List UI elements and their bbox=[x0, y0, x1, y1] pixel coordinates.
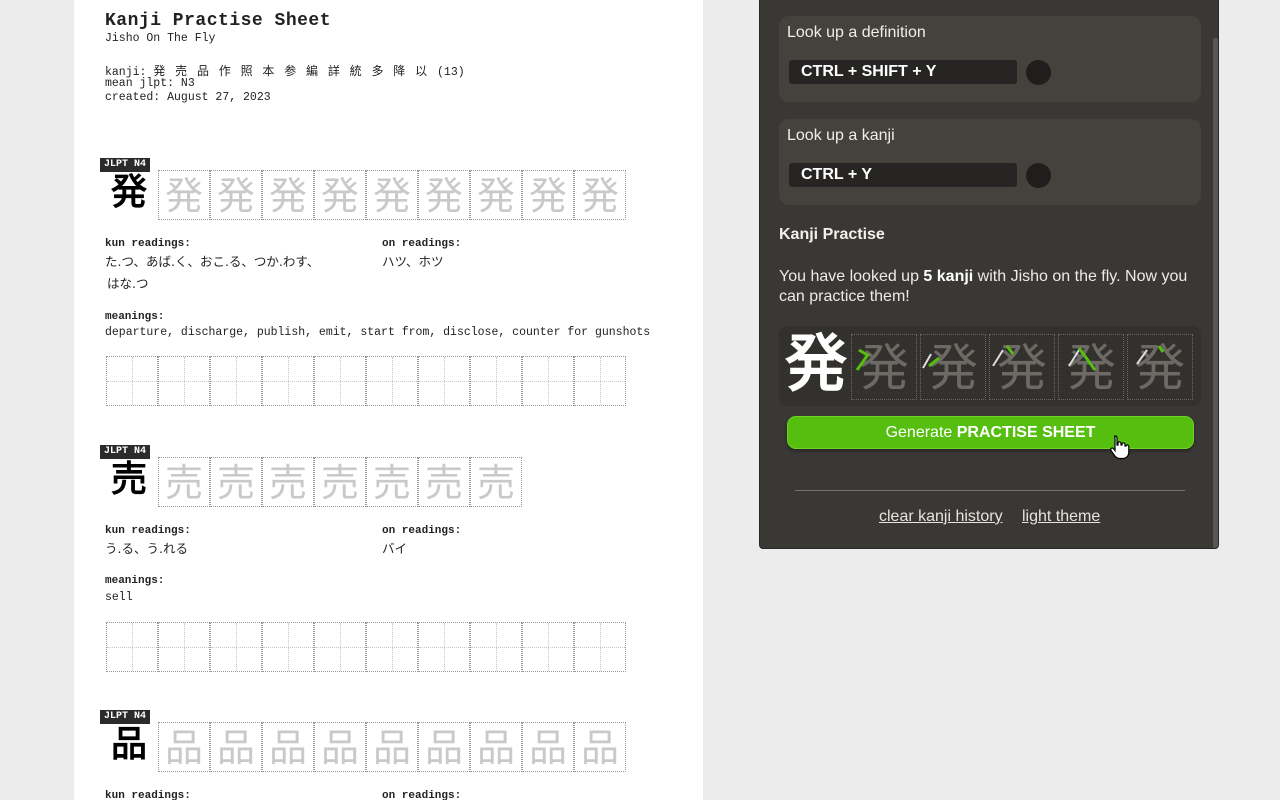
stroke-order-row: 発 発 発 発 発 発 発 発 発 bbox=[158, 170, 626, 220]
stroke-order-preview: 発 発 発 発 発 発 bbox=[779, 326, 1201, 406]
practice-cell bbox=[418, 356, 470, 406]
stroke-step: 売 bbox=[366, 457, 418, 507]
kanji-shortcut-card: Look up a kanji CTRL + Y bbox=[779, 119, 1201, 205]
kanji-list: 発 売 品 作 照 本 参 編 詳 統 多 降 以 bbox=[153, 64, 431, 78]
kanji-shortcut-input[interactable]: CTRL + Y bbox=[789, 163, 1017, 187]
entry-kanji: 品 bbox=[110, 724, 147, 765]
stroke-step: 品 bbox=[314, 722, 366, 772]
practice-grid bbox=[106, 356, 626, 406]
practice-cell bbox=[470, 356, 522, 406]
stroke-step: 発 bbox=[158, 170, 210, 220]
definition-shortcut-card: Look up a definition CTRL + SHIFT + Y bbox=[779, 16, 1201, 102]
practice-cell bbox=[366, 622, 418, 672]
practice-cell bbox=[210, 622, 262, 672]
stroke-step: 発 bbox=[210, 170, 262, 220]
on-readings: バイ bbox=[382, 541, 408, 556]
sheet-title: Kanji Practise Sheet bbox=[105, 11, 332, 31]
stroke-step: 売 bbox=[158, 457, 210, 507]
stroke-step: 発 bbox=[470, 170, 522, 220]
stroke-step: 品 bbox=[574, 722, 626, 772]
practice-cell bbox=[158, 622, 210, 672]
practice-cell bbox=[574, 356, 626, 406]
kanji-shortcut-title: Look up a kanji bbox=[787, 127, 895, 144]
kanji-count: 5 kanji bbox=[923, 268, 974, 285]
practice-cell bbox=[158, 356, 210, 406]
practise-description-prefix: You have looked up bbox=[779, 268, 924, 285]
stroke-step: 売 bbox=[418, 457, 470, 507]
stroke-step: 売 bbox=[262, 457, 314, 507]
kun-readings-label: kun readings: bbox=[105, 238, 191, 250]
practice-cell bbox=[574, 622, 626, 672]
practice-cell bbox=[262, 356, 314, 406]
on-readings-label: on readings: bbox=[382, 238, 462, 250]
kun-readings: た.つ、あば.く、おこ.る、つか.わす、 bbox=[105, 254, 320, 269]
practice-cell bbox=[314, 356, 366, 406]
sheet-subtitle: Jisho On The Fly bbox=[105, 32, 216, 45]
created-date: created: August 27, 2023 bbox=[105, 91, 271, 104]
clear-kanji-history-link[interactable]: clear kanji history bbox=[879, 508, 1003, 526]
extension-popup: Look up a definition CTRL + SHIFT + Y Lo… bbox=[759, 0, 1219, 549]
stroke-step: 品 bbox=[470, 722, 522, 772]
stroke-step: 発 bbox=[262, 170, 314, 220]
stroke-order-row: 売 売 売 売 売 売 売 bbox=[158, 457, 522, 507]
definition-shortcut-title: Look up a definition bbox=[787, 24, 926, 41]
stroke-order-row: 品 品 品 品 品 品 品 品 品 bbox=[158, 722, 626, 772]
practice-cell bbox=[314, 622, 366, 672]
definition-shortcut-input[interactable]: CTRL + SHIFT + Y bbox=[789, 60, 1017, 84]
meanings-label: meanings: bbox=[105, 575, 165, 587]
entry-kanji: 売 bbox=[110, 459, 147, 500]
stroke-step: 品 bbox=[522, 722, 574, 772]
practice-grid bbox=[106, 622, 626, 672]
practice-cell bbox=[418, 622, 470, 672]
stroke-step: 品 bbox=[366, 722, 418, 772]
stroke-step: 品 bbox=[418, 722, 470, 772]
practice-cell bbox=[106, 622, 158, 672]
divider bbox=[795, 490, 1185, 491]
on-readings: ハツ、ホツ bbox=[382, 254, 444, 269]
stroke-step: 品 bbox=[210, 722, 262, 772]
practice-cell bbox=[522, 622, 574, 672]
popup-scrollbar[interactable] bbox=[1213, 38, 1218, 548]
entry-kanji: 発 bbox=[110, 172, 147, 213]
practice-cell bbox=[522, 356, 574, 406]
kanji-shortcut-toggle[interactable] bbox=[1026, 163, 1051, 188]
practice-cell bbox=[366, 356, 418, 406]
light-theme-link[interactable]: light theme bbox=[1022, 508, 1100, 526]
on-readings-label: on readings: bbox=[382, 525, 462, 537]
generate-practise-sheet-button[interactable]: Generate PRACTISE SHEET bbox=[787, 416, 1194, 449]
stroke-step: 品 bbox=[262, 722, 314, 772]
hand-cursor-icon bbox=[1110, 435, 1130, 460]
meanings: sell bbox=[105, 591, 133, 604]
kun-readings: う.る、う.れる bbox=[105, 541, 188, 556]
definition-shortcut-toggle[interactable] bbox=[1026, 60, 1051, 85]
kun-readings-label: kun readings: bbox=[105, 790, 191, 800]
practise-description: You have looked up 5 kanji with Jisho on… bbox=[779, 267, 1203, 307]
stroke-step: 品 bbox=[158, 722, 210, 772]
kanji-count: (13) bbox=[437, 66, 465, 79]
generate-button-prefix: Generate bbox=[885, 424, 957, 441]
stroke-step: 売 bbox=[470, 457, 522, 507]
generate-button-bold: PRACTISE SHEET bbox=[956, 424, 1096, 441]
kanji-practise-heading: Kanji Practise bbox=[779, 226, 885, 243]
kun-readings-label: kun readings: bbox=[105, 525, 191, 537]
preview-strokes bbox=[855, 345, 1165, 371]
on-readings-label: on readings: bbox=[382, 790, 462, 800]
practice-cell bbox=[106, 356, 158, 406]
practise-sheet: Kanji Practise Sheet Jisho On The Fly ka… bbox=[74, 0, 703, 800]
meanings: departure, discharge, publish, emit, sta… bbox=[105, 326, 651, 339]
practice-cell bbox=[470, 622, 522, 672]
stroke-step: 発 bbox=[366, 170, 418, 220]
practice-cell bbox=[262, 622, 314, 672]
stroke-step: 売 bbox=[314, 457, 366, 507]
meanings-label: meanings: bbox=[105, 311, 165, 323]
kun-readings-cont: はな.つ bbox=[107, 276, 149, 291]
stroke-step: 発 bbox=[418, 170, 470, 220]
stroke-step: 売 bbox=[210, 457, 262, 507]
practice-cell bbox=[210, 356, 262, 406]
stroke-step: 発 bbox=[314, 170, 366, 220]
stroke-step: 発 bbox=[574, 170, 626, 220]
mean-jlpt: mean jlpt: N3 bbox=[105, 77, 195, 90]
stroke-step: 発 bbox=[522, 170, 574, 220]
